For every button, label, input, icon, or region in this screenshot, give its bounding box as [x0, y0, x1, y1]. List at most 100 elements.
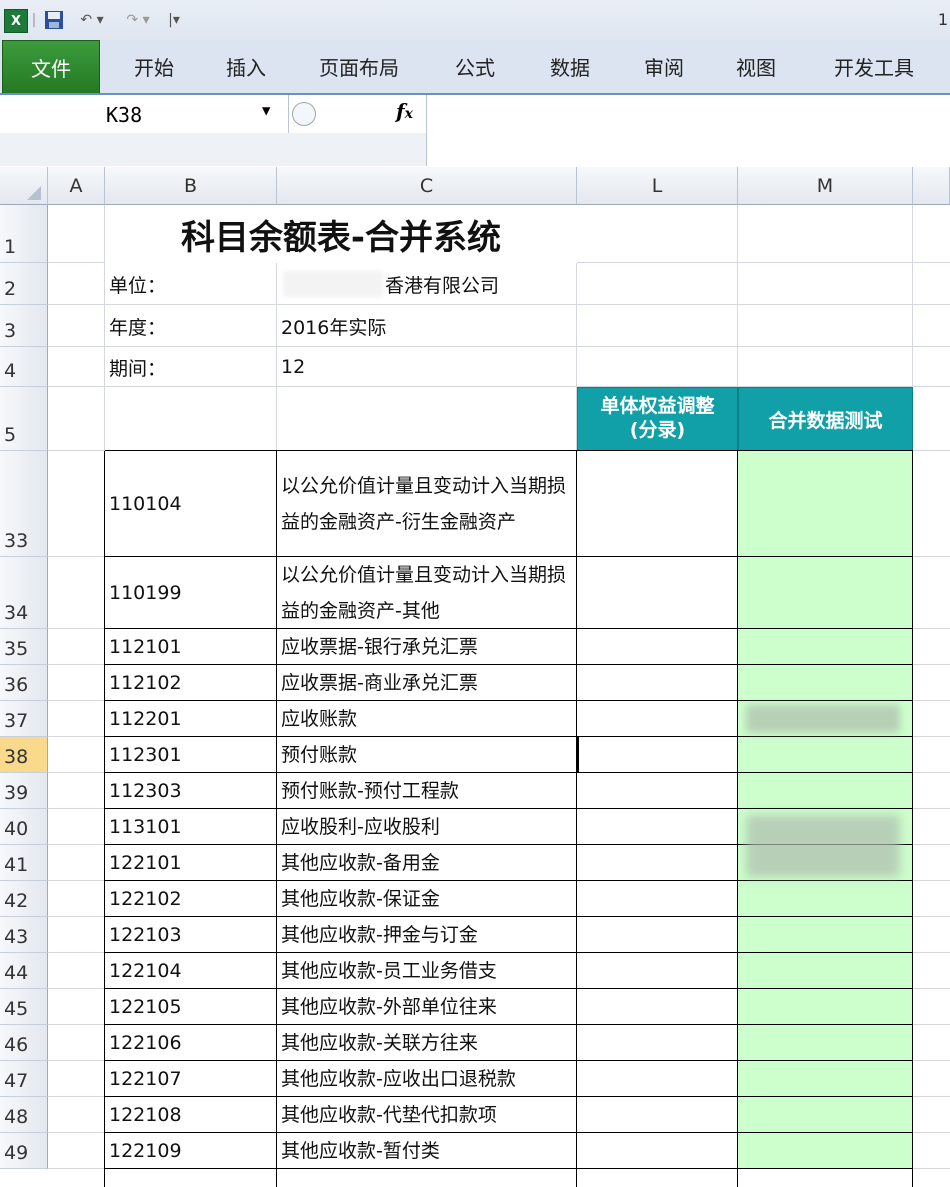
account-name[interactable]: 以公允价值计量且变动计入当期损益的金融资产-其他 [281, 557, 575, 629]
consolidated-test-cell[interactable] [738, 1097, 913, 1133]
account-name[interactable]: 应收账款 [281, 701, 575, 737]
consolidated-test-cell[interactable] [738, 737, 913, 773]
row-header[interactable]: 35 [0, 629, 48, 665]
consolidated-test-cell[interactable] [738, 1133, 913, 1169]
name-box[interactable]: K38 ▼ [0, 95, 289, 134]
account-name[interactable]: 其他应收款-关联方往来 [281, 1025, 575, 1061]
account-code[interactable]: 122101 [109, 845, 275, 881]
account-name[interactable]: 其他应收款-外部单位往来 [281, 989, 575, 1025]
tab-review[interactable]: 审阅 [628, 40, 700, 93]
equity-adjustment-cell[interactable] [577, 1061, 738, 1097]
row-header[interactable]: 46 [0, 1025, 48, 1061]
account-code[interactable]: 122106 [109, 1025, 275, 1061]
consolidated-test-cell[interactable] [738, 989, 913, 1025]
equity-adjustment-cell[interactable] [577, 917, 738, 953]
row-header[interactable]: 36 [0, 665, 48, 701]
equity-adjustment-cell[interactable] [577, 953, 738, 989]
consolidated-test-cell[interactable] [738, 917, 913, 953]
consolidated-test-cell[interactable] [738, 881, 913, 917]
chevron-down-icon[interactable]: ▼ [262, 103, 270, 119]
equity-adjustment-cell[interactable] [577, 845, 738, 881]
row-header[interactable]: 4 [0, 347, 48, 387]
account-code[interactable]: 112101 [109, 629, 275, 665]
account-name[interactable]: 预付账款-预付工程款 [281, 773, 575, 809]
equity-adjustment-cell[interactable] [577, 665, 738, 701]
equity-adjustment-cell[interactable] [577, 629, 738, 665]
consolidated-test-cell[interactable] [738, 1025, 913, 1061]
account-code[interactable]: 122107 [109, 1061, 275, 1097]
account-code[interactable]: 122102 [109, 881, 275, 917]
column-header-l[interactable]: L [577, 167, 738, 205]
row-header[interactable]: 38 [0, 737, 48, 773]
account-name[interactable]: 其他应收款-应收出口退税款 [281, 1061, 575, 1097]
cancel-formula-icon[interactable] [292, 102, 316, 126]
row-header[interactable]: 49 [0, 1133, 48, 1169]
account-name[interactable]: 应收股利-应收股利 [281, 809, 575, 845]
row-header[interactable]: 47 [0, 1061, 48, 1097]
tab-data[interactable]: 数据 [534, 40, 606, 93]
account-code[interactable]: 122108 [109, 1097, 275, 1133]
undo-icon[interactable]: ↶ ▾ [72, 9, 112, 31]
equity-adjustment-cell[interactable] [577, 737, 738, 773]
save-icon[interactable] [42, 9, 66, 31]
tab-file[interactable]: 文件 [2, 40, 100, 93]
consolidated-test-cell[interactable] [738, 665, 913, 701]
redo-icon[interactable]: ↷ ▾ [118, 9, 158, 31]
tab-home[interactable]: 开始 [118, 40, 190, 93]
row-header[interactable]: 2 [0, 263, 48, 305]
equity-adjustment-cell[interactable] [577, 701, 738, 737]
account-code[interactable]: 112102 [109, 665, 275, 701]
account-name[interactable]: 其他应收款-押金与订金 [281, 917, 575, 953]
row-header[interactable]: 5 [0, 387, 48, 451]
tab-formulas[interactable]: 公式 [440, 40, 510, 93]
formula-input[interactable] [430, 95, 950, 165]
account-name[interactable]: 其他应收款-保证金 [281, 881, 575, 917]
account-code[interactable]: 112303 [109, 773, 275, 809]
consolidated-test-cell[interactable] [738, 451, 913, 557]
account-code[interactable]: 110199 [109, 557, 275, 629]
column-header-n[interactable] [913, 167, 950, 205]
account-name[interactable]: 其他应收款-暂付类 [281, 1133, 575, 1169]
account-name[interactable]: 以公允价值计量且变动计入当期损益的金融资产-衍生金融资产 [281, 451, 575, 557]
customize-toolbar-icon[interactable]: |▾ [164, 9, 184, 31]
account-code[interactable]: 112201 [109, 701, 275, 737]
account-code[interactable]: 122103 [109, 917, 275, 953]
account-name[interactable]: 其他应收款-员工业务借支 [281, 953, 575, 989]
tab-insert[interactable]: 插入 [210, 40, 282, 93]
row-header[interactable]: 45 [0, 989, 48, 1025]
account-code[interactable]: 113101 [109, 809, 275, 845]
account-code[interactable]: 122104 [109, 953, 275, 989]
consolidated-test-cell[interactable] [738, 557, 913, 629]
account-name[interactable]: 预付账款 [281, 737, 575, 773]
account-code[interactable]: 122109 [109, 1133, 275, 1169]
row-header[interactable]: 43 [0, 917, 48, 953]
equity-adjustment-cell[interactable] [577, 881, 738, 917]
tab-developer[interactable]: 开发工具 [816, 40, 932, 93]
account-code[interactable]: 122105 [109, 989, 275, 1025]
equity-adjustment-cell[interactable] [577, 773, 738, 809]
equity-adjustment-cell[interactable] [577, 1133, 738, 1169]
column-header-b[interactable]: B [105, 167, 277, 205]
column-header-a[interactable]: A [48, 167, 105, 205]
row-header[interactable]: 40 [0, 809, 48, 845]
row-header[interactable]: 39 [0, 773, 48, 809]
account-code[interactable]: 112301 [109, 737, 275, 773]
row-header[interactable]: 41 [0, 845, 48, 881]
tab-view[interactable]: 视图 [720, 40, 792, 93]
account-name[interactable]: 其他应收款-代垫代扣款项 [281, 1097, 575, 1133]
account-name[interactable]: 其他应收款-备用金 [281, 845, 575, 881]
column-header-m[interactable]: M [738, 167, 913, 205]
equity-adjustment-cell[interactable] [577, 989, 738, 1025]
equity-adjustment-cell[interactable] [577, 809, 738, 845]
row-header[interactable]: 34 [0, 557, 48, 629]
consolidated-test-cell[interactable] [738, 629, 913, 665]
consolidated-test-cell[interactable] [738, 953, 913, 989]
consolidated-test-cell[interactable] [738, 773, 913, 809]
equity-adjustment-cell[interactable] [577, 557, 738, 629]
excel-app-icon[interactable]: X [4, 9, 28, 33]
row-header[interactable]: 48 [0, 1097, 48, 1133]
account-name[interactable]: 应收票据-银行承兑汇票 [281, 629, 575, 665]
equity-adjustment-cell[interactable] [577, 451, 738, 557]
consolidated-test-cell[interactable] [738, 1061, 913, 1097]
select-all-corner[interactable] [0, 167, 48, 205]
